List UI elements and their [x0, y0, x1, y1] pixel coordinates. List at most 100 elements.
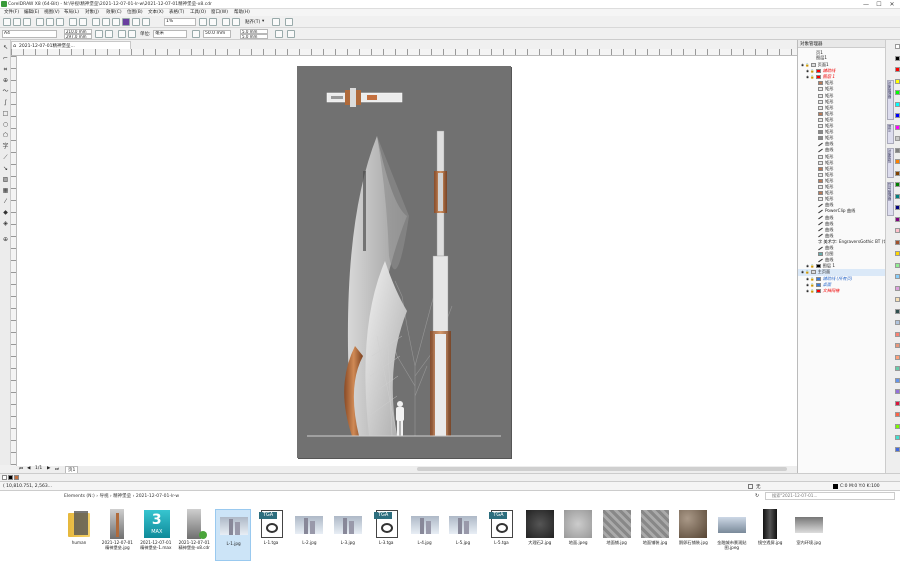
file-item[interactable]: 镜空透屏.jpg — [752, 509, 788, 561]
menu-tools[interactable]: 工具(O) — [190, 9, 206, 16]
docker-tab-hints[interactable]: 提示 — [887, 124, 894, 144]
grid-icon[interactable] — [232, 18, 240, 26]
new-document-icon[interactable] — [3, 18, 11, 26]
horizontal-ruler[interactable] — [11, 49, 797, 56]
menu-effects[interactable]: 效果(C) — [106, 9, 122, 16]
refresh-icon[interactable]: ↻ — [755, 493, 759, 499]
pick-tool-icon[interactable]: ↖ — [2, 44, 9, 51]
file-item[interactable]: 地面铺装.jpg — [637, 509, 673, 561]
app-launcher-icon[interactable] — [132, 18, 140, 26]
palette-swatch[interactable] — [895, 193, 900, 199]
undo-icon[interactable] — [69, 18, 77, 26]
file-item[interactable]: TGA L-5.tga — [483, 509, 519, 561]
palette-swatch[interactable] — [895, 320, 900, 325]
palette-swatch[interactable] — [895, 170, 900, 176]
export-icon[interactable] — [112, 18, 120, 26]
open-icon[interactable] — [13, 18, 21, 26]
launch-icon[interactable] — [285, 18, 293, 26]
snap-to-dropdown[interactable]: 贴齐(T) — [245, 19, 260, 25]
palette-swatch[interactable] — [895, 285, 900, 291]
treat-as-filled-icon[interactable] — [275, 30, 283, 38]
palette-swatch[interactable] — [895, 331, 900, 337]
palette-swatch[interactable] — [895, 228, 900, 233]
close-button[interactable]: ✕ — [886, 0, 898, 9]
zoom-width-icon[interactable] — [209, 18, 217, 26]
ellipse-tool-icon[interactable]: ○ — [2, 121, 9, 128]
palette-swatch[interactable] — [895, 262, 900, 268]
palette-swatch[interactable] — [895, 343, 900, 348]
palette-swatch[interactable] — [895, 101, 900, 107]
paste-icon[interactable] — [56, 18, 64, 26]
full-screen-icon[interactable] — [142, 18, 150, 26]
palette-swatch[interactable] — [895, 377, 900, 383]
file-item[interactable]: 2021-12-07-01 精神堡垒-x8.cdr — [176, 509, 212, 561]
search-content-icon[interactable] — [92, 18, 100, 26]
layer-visibility-icon[interactable]: ◉ 🔒 — [806, 69, 816, 73]
docker-tab-properties[interactable]: 对象属性 — [887, 148, 894, 178]
breadcrumb-folder-1[interactable]: 导视 — [99, 494, 108, 499]
layer-visibility-icon[interactable]: ◉ 🔒 — [801, 270, 811, 274]
shape-tool-icon[interactable]: ⌐ — [2, 55, 9, 62]
next-page-button[interactable]: ▶ — [47, 466, 50, 471]
layer-visibility-icon[interactable]: ◉ 🔒 — [801, 63, 811, 67]
file-item[interactable]: human — [61, 509, 97, 561]
layer-visibility-icon[interactable]: ◉ 🔒 — [806, 264, 816, 268]
file-item[interactable]: 地面.jpeg — [560, 509, 596, 561]
palette-swatch[interactable] — [895, 159, 900, 164]
interactive-fill-icon[interactable]: ◆ — [2, 209, 9, 216]
menu-view[interactable]: 视图(V) — [44, 9, 60, 16]
redo-icon[interactable] — [79, 18, 87, 26]
palette-swatch[interactable] — [895, 423, 900, 429]
zoom-level-field[interactable]: 1% — [164, 18, 196, 26]
palette-swatch[interactable] — [895, 366, 900, 371]
palette-swatch[interactable] — [895, 308, 900, 314]
snap-dropdown-arrow[interactable]: ▾ — [262, 19, 264, 24]
page-height-field[interactable]: 297.0 mm — [64, 34, 92, 39]
portrait-icon[interactable] — [95, 30, 103, 38]
file-item[interactable]: 2021-12-07-01 精神堡垒.jpg — [99, 509, 135, 561]
horizontal-scrollbar[interactable] — [17, 466, 797, 473]
fill-swatch[interactable] — [833, 484, 838, 489]
file-item[interactable]: 地面铺.jpg — [599, 509, 635, 561]
crop-tool-icon[interactable]: ⌗ — [2, 66, 9, 73]
file-item[interactable]: L-5.jpg — [445, 509, 481, 561]
connector-tool-icon[interactable]: ↘ — [2, 165, 9, 172]
rectangle-tool-icon[interactable]: □ — [2, 110, 9, 117]
prev-page-button[interactable]: ◀ — [27, 466, 30, 471]
palette-swatch[interactable] — [895, 400, 900, 406]
document-tab[interactable]: ⌂ 2021-12-07-01精神堡垒... — [11, 41, 131, 49]
menu-bitmaps[interactable]: 位图(B) — [127, 9, 143, 16]
file-item[interactable]: L-1.jpg — [214, 509, 251, 561]
palette-swatch[interactable] — [895, 216, 900, 222]
palette-swatch[interactable] — [895, 412, 900, 417]
docker-tab-symbols[interactable]: 符号管理器 — [887, 182, 894, 216]
file-item[interactable]: 金融城市景观贴图.jpeg — [714, 509, 750, 561]
zoom-page-icon[interactable] — [199, 18, 207, 26]
freehand-tool-icon[interactable]: 〜 — [2, 88, 9, 95]
outline-swatch[interactable] — [748, 484, 753, 489]
maximize-button[interactable]: ☐ — [873, 0, 885, 9]
artistic-media-icon[interactable]: ∫ — [2, 99, 9, 106]
drawing-canvas[interactable] — [17, 56, 797, 466]
scrollbar-thumb[interactable] — [417, 467, 787, 471]
units-select[interactable]: 毫米 — [153, 30, 187, 38]
file-item[interactable]: 大理石2.jpg — [522, 509, 558, 561]
duplicate-distance-y[interactable]: 5.0 mm — [240, 34, 268, 39]
rulers-icon[interactable] — [222, 18, 230, 26]
menu-text[interactable]: 文本(X) — [148, 9, 164, 16]
file-item[interactable]: 鹅卵石铺装.jpg — [675, 509, 711, 561]
file-item[interactable]: TGA L-1.tga — [253, 509, 289, 561]
nudge-distance-field[interactable]: 50.0 mm — [203, 30, 231, 38]
transparency-tool-icon[interactable]: ▦ — [2, 187, 9, 194]
polygon-tool-icon[interactable]: ⬠ — [2, 132, 9, 139]
menu-help[interactable]: 帮助(H) — [234, 9, 250, 16]
breadcrumb-folder-2[interactable]: 精神堡垒 — [113, 494, 131, 499]
palette-swatch[interactable] — [895, 78, 900, 84]
options-gear-icon[interactable] — [272, 18, 280, 26]
palette-swatch[interactable] — [895, 136, 900, 141]
breadcrumb-drive[interactable]: Elements (N:) — [64, 494, 95, 499]
palette-swatch[interactable] — [895, 354, 900, 360]
object-row[interactable]: ◉ 🔒 文档网格 — [798, 288, 886, 295]
quick-customize-icon[interactable] — [287, 30, 295, 38]
palette-swatch[interactable] — [895, 90, 900, 95]
